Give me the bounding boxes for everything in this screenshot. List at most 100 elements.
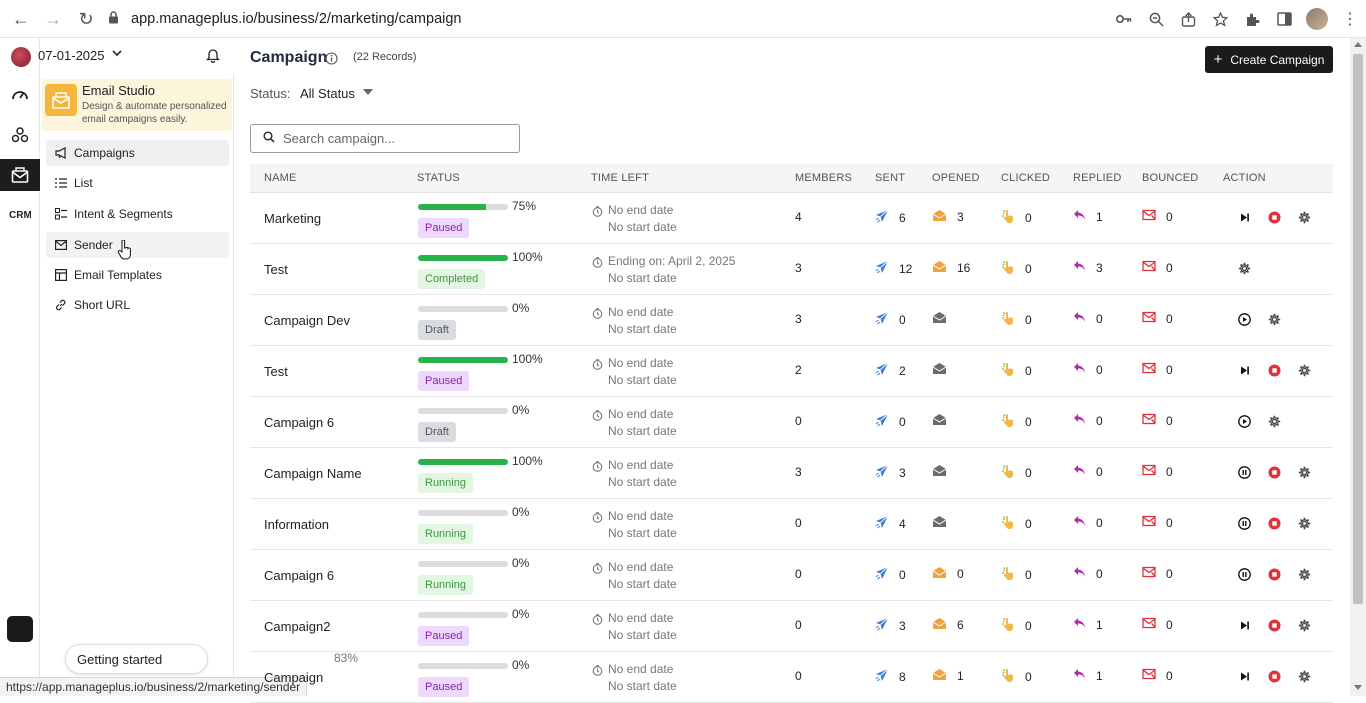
stop-icon[interactable] bbox=[1268, 364, 1281, 377]
reload-icon[interactable]: ↻ bbox=[70, 3, 102, 35]
settings-icon[interactable] bbox=[1298, 517, 1311, 530]
bounced-metric: 0 bbox=[1142, 566, 1173, 581]
stop-icon[interactable] bbox=[1268, 619, 1281, 632]
table-row[interactable]: Campaign 0% Paused No end date No start date… bbox=[250, 652, 1333, 703]
bell-icon[interactable] bbox=[205, 48, 221, 68]
scrollbar[interactable] bbox=[1350, 38, 1366, 696]
start-date: No start date bbox=[608, 373, 677, 387]
network-icon[interactable] bbox=[8, 123, 32, 147]
menu-dots-icon[interactable]: ⋮ bbox=[1334, 3, 1366, 35]
table-row[interactable]: Marketing 75% Paused No end date No start da… bbox=[250, 193, 1333, 244]
key-icon[interactable] bbox=[1108, 3, 1140, 35]
search-input[interactable] bbox=[283, 131, 503, 146]
scrollbar-thumb[interactable] bbox=[1353, 54, 1363, 604]
search-box[interactable] bbox=[250, 124, 520, 153]
play-icon[interactable] bbox=[1238, 313, 1251, 326]
resume-icon[interactable] bbox=[1238, 670, 1251, 683]
stop-icon[interactable] bbox=[1268, 211, 1281, 224]
scroll-up-icon[interactable] bbox=[1354, 42, 1362, 47]
lock-icon bbox=[108, 11, 119, 27]
settings-icon[interactable] bbox=[1268, 313, 1281, 326]
crm-icon[interactable]: CRM bbox=[8, 202, 32, 226]
star-icon[interactable] bbox=[1204, 3, 1236, 35]
status-filter-select[interactable]: All Status bbox=[300, 86, 355, 101]
profile-avatar[interactable] bbox=[1306, 8, 1328, 30]
settings-icon[interactable] bbox=[1268, 415, 1281, 428]
campaign-name[interactable]: Campaign 6 bbox=[264, 568, 334, 583]
clicked-metric: 0 bbox=[1001, 413, 1032, 430]
table-row[interactable]: Campaign 6 0% Draft No end date No start dat… bbox=[250, 397, 1333, 448]
pause-icon[interactable] bbox=[1238, 568, 1251, 581]
campaign-name[interactable]: Information bbox=[264, 517, 329, 532]
stop-icon[interactable] bbox=[1268, 670, 1281, 683]
settings-icon[interactable] bbox=[1298, 364, 1311, 377]
table-row[interactable]: Campaign Dev 0% Draft No end date No start d… bbox=[250, 295, 1333, 346]
email-studio-icon[interactable] bbox=[0, 159, 40, 191]
campaign-name[interactable]: Test bbox=[264, 364, 288, 379]
settings-icon[interactable] bbox=[1298, 670, 1311, 683]
zoom-icon[interactable] bbox=[1140, 3, 1172, 35]
back-icon[interactable]: ← bbox=[5, 3, 37, 35]
table-row[interactable]: Test 100% Completed Ending on: April 2, 202… bbox=[250, 244, 1333, 295]
replied-metric: 1 bbox=[1073, 617, 1103, 632]
table-row[interactable]: Campaign2 0% Paused No end date No start dat… bbox=[250, 601, 1333, 652]
settings-icon[interactable] bbox=[1298, 619, 1311, 632]
business-logo[interactable] bbox=[11, 47, 31, 67]
time-left: No end date No start date bbox=[592, 304, 677, 338]
settings-icon[interactable] bbox=[1298, 211, 1311, 224]
stop-icon[interactable] bbox=[1268, 466, 1281, 479]
sidepanel-icon[interactable] bbox=[1268, 3, 1300, 35]
clicked-metric: 0 bbox=[1001, 260, 1032, 277]
share-icon[interactable] bbox=[1172, 3, 1204, 35]
end-date: No end date bbox=[608, 560, 674, 574]
sidebar-item-campaigns[interactable]: Campaigns bbox=[46, 140, 229, 166]
progress-percent: 0% bbox=[512, 403, 530, 417]
sidebar-item-list[interactable]: List bbox=[46, 170, 229, 196]
date-selector[interactable]: 07-01-2025 bbox=[38, 48, 105, 63]
opened-metric: 3 bbox=[932, 209, 964, 225]
campaign-name[interactable]: Campaign Dev bbox=[264, 313, 350, 328]
settings-icon[interactable] bbox=[1298, 466, 1311, 479]
settings-icon[interactable] bbox=[1238, 262, 1251, 275]
chevron-down-icon[interactable] bbox=[112, 48, 122, 60]
column-header: NAME bbox=[264, 172, 297, 184]
user-avatar[interactable] bbox=[7, 616, 33, 642]
resume-icon[interactable] bbox=[1238, 619, 1251, 632]
address-bar[interactable]: app.manageplus.io/business/2/marketing/c… bbox=[108, 6, 1158, 32]
campaign-name[interactable]: Campaign bbox=[264, 670, 323, 685]
sidebar-item-sender[interactable]: Sender bbox=[46, 232, 229, 258]
pause-icon[interactable] bbox=[1238, 466, 1251, 479]
clicked-icon bbox=[1001, 515, 1025, 532]
pause-icon[interactable] bbox=[1238, 517, 1251, 530]
sidebar-item-email-templates[interactable]: Email Templates bbox=[46, 262, 229, 288]
forward-icon[interactable]: → bbox=[37, 3, 69, 35]
resume-icon[interactable] bbox=[1238, 364, 1251, 377]
campaign-name[interactable]: Campaign 6 bbox=[264, 415, 334, 430]
settings-icon[interactable] bbox=[1298, 568, 1311, 581]
caret-down-icon[interactable] bbox=[363, 89, 373, 95]
table-row[interactable]: Campaign Name 100% Running No end date No st… bbox=[250, 448, 1333, 499]
extensions-icon[interactable] bbox=[1236, 3, 1268, 35]
campaign-name[interactable]: Test bbox=[264, 262, 288, 277]
getting-started-button[interactable]: Getting started 83% bbox=[65, 644, 358, 674]
campaign-name[interactable]: Campaign2 bbox=[264, 619, 331, 634]
stop-icon[interactable] bbox=[1268, 568, 1281, 581]
campaign-name[interactable]: Campaign Name bbox=[264, 466, 362, 481]
sidebar-item-intent-segments[interactable]: Intent & Segments bbox=[46, 201, 229, 227]
table-row[interactable]: Campaign 6 0% Running No end date No start d… bbox=[250, 550, 1333, 601]
stop-icon[interactable] bbox=[1268, 517, 1281, 530]
campaign-name[interactable]: Marketing bbox=[264, 211, 321, 226]
info-icon[interactable] bbox=[325, 52, 338, 70]
create-campaign-button[interactable]: + Create Campaign bbox=[1205, 46, 1333, 73]
scroll-down-icon[interactable] bbox=[1354, 685, 1362, 690]
end-date: No end date bbox=[608, 662, 674, 676]
sent-icon bbox=[875, 413, 899, 430]
table-row[interactable]: Test 100% Paused No end date No start date 2 2… bbox=[250, 346, 1333, 397]
clicked-metric: 0 bbox=[1001, 668, 1032, 685]
table-row[interactable]: Information 0% Running No end date No start … bbox=[250, 499, 1333, 550]
sidebar-item-short-url[interactable]: Short URL bbox=[46, 292, 229, 318]
resume-icon[interactable] bbox=[1238, 211, 1251, 224]
column-header: REPLIED bbox=[1073, 172, 1122, 184]
dashboard-icon[interactable] bbox=[8, 83, 32, 107]
play-icon[interactable] bbox=[1238, 415, 1251, 428]
